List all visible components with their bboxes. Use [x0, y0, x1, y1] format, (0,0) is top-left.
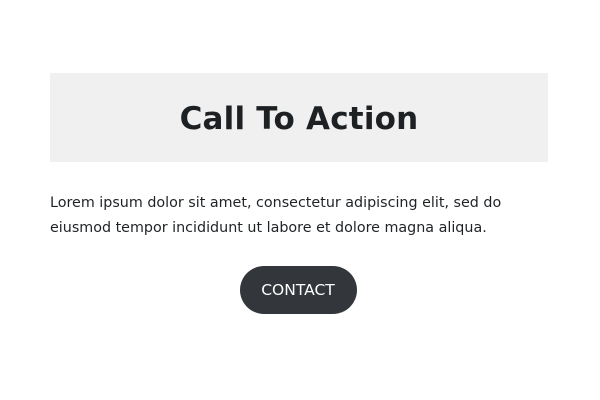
contact-button[interactable]: CONTACT: [239, 266, 357, 314]
call-to-action-section: Call To Action Lorem ipsum dolor sit ame…: [50, 73, 548, 314]
page-title: Call To Action: [179, 100, 419, 137]
button-container: CONTACT: [50, 266, 548, 314]
description-text: Lorem ipsum dolor sit amet, consectetur …: [50, 195, 502, 236]
title-banner: Call To Action: [50, 73, 548, 162]
